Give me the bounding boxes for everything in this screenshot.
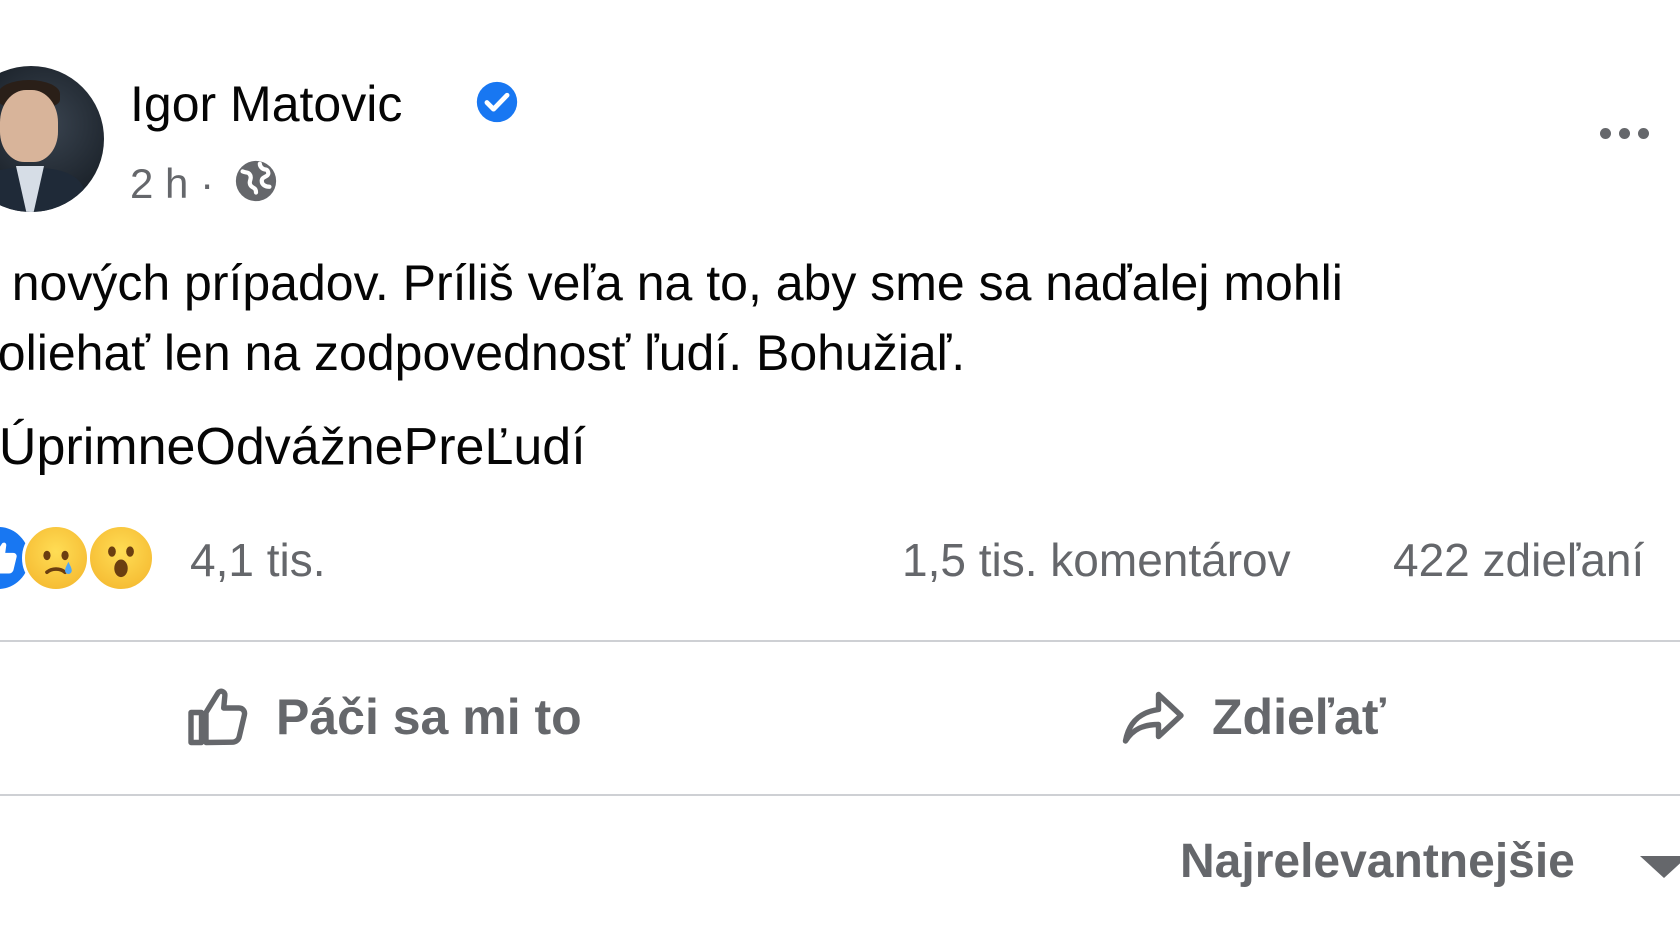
verified-badge-icon: [476, 81, 518, 123]
post-hashtag[interactable]: #ÚprimneOdvážnePreĽudí: [0, 412, 586, 482]
author-avatar[interactable]: [0, 66, 104, 212]
caret-down-icon[interactable]: [1640, 856, 1680, 878]
post-text: 3 nových prípadov. Príliš veľa na to, ab…: [0, 255, 1343, 381]
post-meta: 2 h ·: [130, 158, 214, 210]
avatar-face: [0, 90, 58, 162]
comments-count[interactable]: 1,5 tis. komentárov: [902, 530, 1291, 590]
reaction-icons[interactable]: [0, 524, 174, 596]
reactions-count[interactable]: 4,1 tis.: [190, 530, 326, 590]
thumbs-up-icon: [188, 688, 248, 746]
globe-icon[interactable]: [233, 158, 279, 204]
meta-separator: ·: [200, 160, 215, 207]
like-button[interactable]: Páči sa mi to: [182, 680, 582, 754]
comments-sort-dropdown[interactable]: Najrelevantnejšie: [1180, 832, 1575, 892]
post-card: Igor Matovic 2 h · 3 nových prípadov. Pr…: [0, 0, 1680, 923]
sad-reaction-icon: [22, 524, 90, 592]
wow-reaction-icon: [87, 524, 155, 592]
dot: [1599, 127, 1611, 139]
dot: [1637, 127, 1649, 139]
divider: [0, 794, 1680, 796]
like-button-label: Páči sa mi to: [276, 689, 582, 745]
share-arrow-icon: [1122, 691, 1184, 744]
author-name[interactable]: Igor Matovic: [130, 74, 402, 134]
divider: [0, 640, 1680, 642]
share-button-label: Zdieľať: [1212, 689, 1386, 745]
post-timestamp[interactable]: 2 h: [130, 160, 188, 207]
more-options-icon[interactable]: [1588, 118, 1660, 148]
dot: [1618, 127, 1630, 139]
share-button[interactable]: Zdieľať: [1118, 680, 1386, 754]
shares-count[interactable]: 422 zdieľaní: [1393, 530, 1644, 590]
